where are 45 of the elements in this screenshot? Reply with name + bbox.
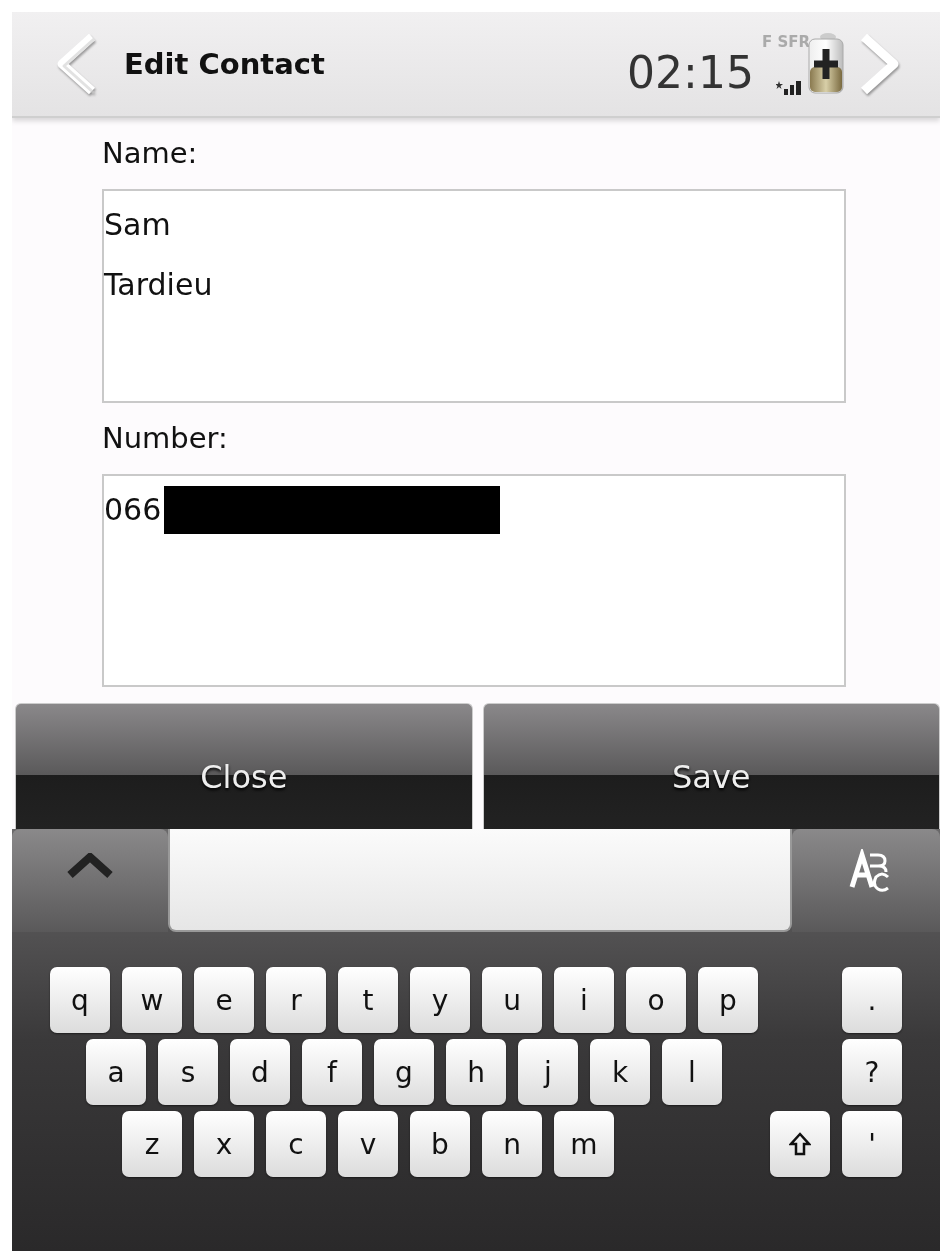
keyboard-key[interactable]: w xyxy=(122,967,182,1033)
shift-tab[interactable] xyxy=(12,829,168,932)
keyboard-key[interactable]: f xyxy=(302,1039,362,1105)
keyboard-key[interactable]: ? xyxy=(842,1039,902,1105)
keyboard-key[interactable]: o xyxy=(626,967,686,1033)
clock-time: 02:15 xyxy=(627,46,754,98)
keyboard-key[interactable]: l xyxy=(662,1039,722,1105)
keyboard-key[interactable]: d xyxy=(230,1039,290,1105)
keyboard-key[interactable]: c xyxy=(266,1111,326,1177)
keyboard-key[interactable]: x xyxy=(194,1111,254,1177)
keyboard-key[interactable]: r xyxy=(266,967,326,1033)
operator-name: F SFR xyxy=(761,33,810,51)
keyboard-key[interactable]: t xyxy=(338,967,398,1033)
shift-key[interactable] xyxy=(770,1111,830,1177)
signal-icon xyxy=(776,79,802,95)
keyboard-key[interactable]: b xyxy=(410,1111,470,1177)
shift-arrow-icon xyxy=(789,1132,811,1156)
keyboard-key[interactable]: g xyxy=(374,1039,434,1105)
keyboard-key[interactable]: . xyxy=(842,967,902,1033)
action-button[interactable]: Close xyxy=(15,703,473,829)
keyboard-key[interactable]: e xyxy=(194,967,254,1033)
keyboard-key[interactable]: i xyxy=(554,967,614,1033)
caret-up-icon xyxy=(66,853,114,879)
keyboard-key[interactable]: ' xyxy=(842,1111,902,1177)
keyboard-key[interactable]: k xyxy=(590,1039,650,1105)
keyboard-key[interactable]: s xyxy=(158,1039,218,1105)
keyboard-key[interactable]: h xyxy=(446,1039,506,1105)
action-button[interactable]: Save xyxy=(482,703,940,829)
text-entry-field[interactable] xyxy=(168,829,792,932)
input-mode-tab[interactable] xyxy=(792,829,940,932)
input-field[interactable]: Sam Tardieu xyxy=(102,189,846,403)
field-label: Name: xyxy=(102,136,199,170)
screen-title: Edit Contact xyxy=(124,47,325,81)
keyboard-key[interactable]: p xyxy=(698,967,758,1033)
keyboard-key[interactable]: m xyxy=(554,1111,614,1177)
keyboard-key[interactable]: v xyxy=(338,1111,398,1177)
keyboard-key[interactable]: q xyxy=(50,967,110,1033)
keyboard-key[interactable]: u xyxy=(482,967,542,1033)
keyboard-key[interactable]: j xyxy=(518,1039,578,1105)
keyboard-key[interactable]: a xyxy=(86,1039,146,1105)
keyboard-key[interactable]: y xyxy=(410,967,470,1033)
field-label: Number: xyxy=(102,421,229,455)
keyboard-key[interactable]: n xyxy=(482,1111,542,1177)
input-field[interactable]: 066 xyxy=(102,474,846,687)
keyboard-key[interactable]: z xyxy=(122,1111,182,1177)
